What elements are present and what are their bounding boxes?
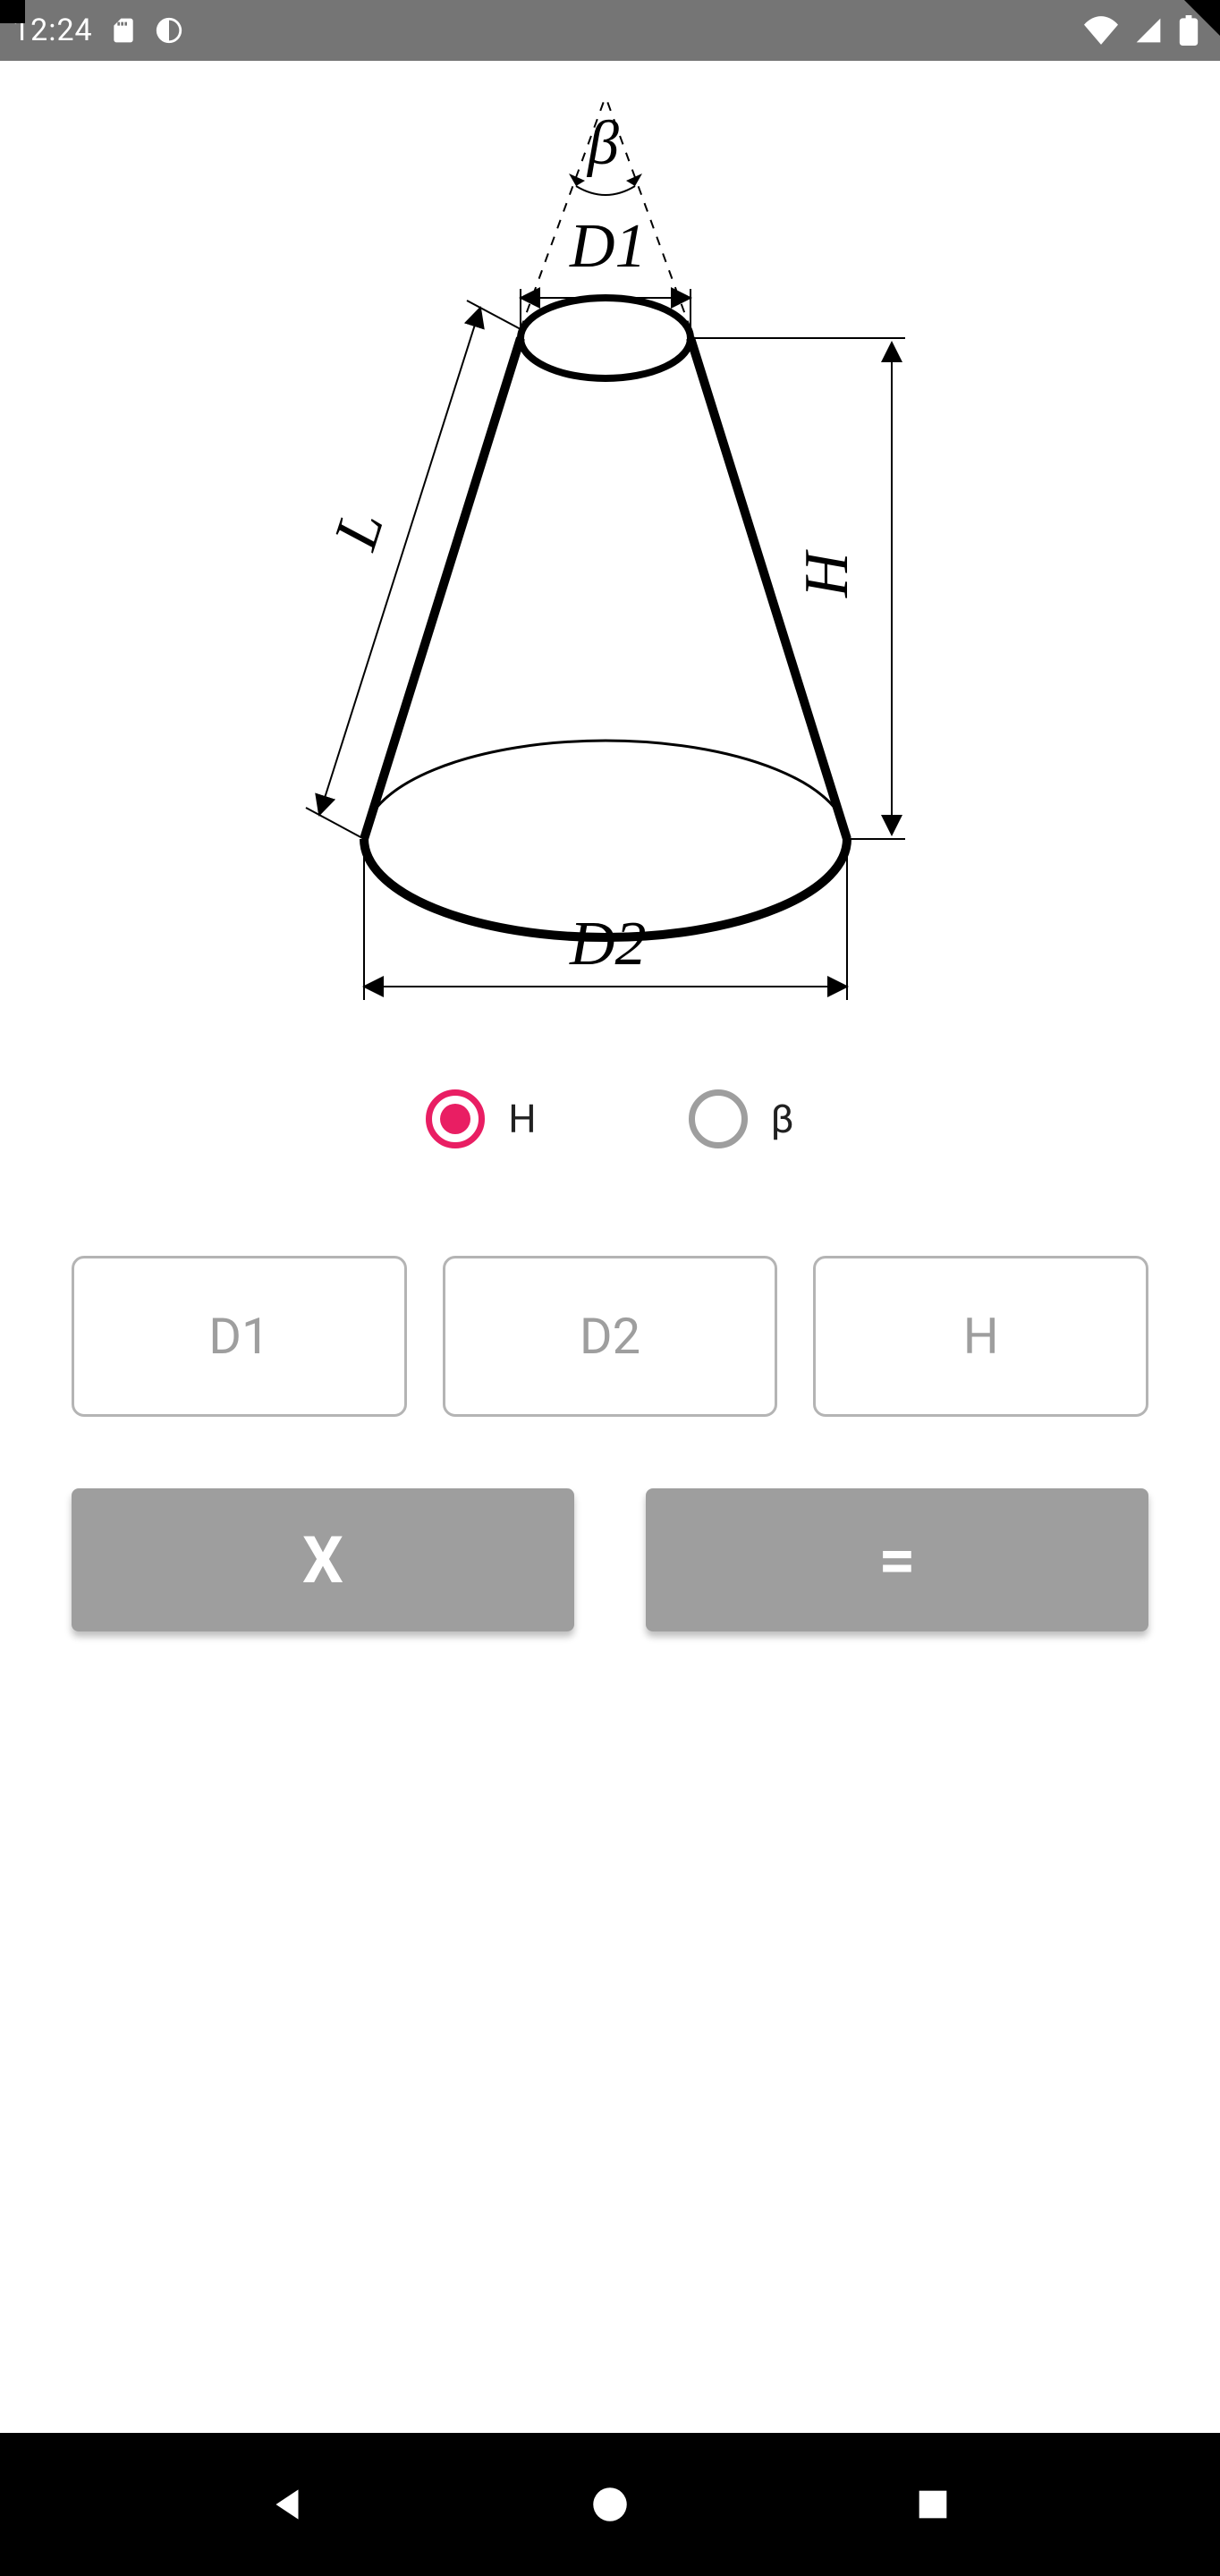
square-recent-icon xyxy=(912,2484,953,2525)
input-d2-placeholder: D2 xyxy=(580,1307,640,1366)
diagram-label-d1: D1 xyxy=(569,212,647,281)
nav-back-button[interactable] xyxy=(251,2469,323,2540)
sd-card-icon xyxy=(109,16,138,45)
input-d1[interactable]: D1 xyxy=(72,1256,407,1417)
radio-dot-icon xyxy=(426,1089,485,1148)
nav-recent-button[interactable] xyxy=(897,2469,969,2540)
radio-h[interactable]: H xyxy=(426,1089,536,1148)
diagram-label-l: L xyxy=(321,503,398,558)
inputs-row: D1 D2 H xyxy=(0,1256,1220,1417)
radio-beta[interactable]: β xyxy=(689,1089,794,1148)
clear-button[interactable]: X xyxy=(72,1488,574,1631)
input-h-placeholder: H xyxy=(963,1307,999,1366)
diagram-label-h: H xyxy=(792,549,861,598)
input-d1-placeholder: D1 xyxy=(208,1307,269,1366)
status-left: 12:24 xyxy=(13,13,184,48)
app-content: β D1 L H D2 H β D1 D2 H xyxy=(0,61,1220,2433)
nav-home-button[interactable] xyxy=(574,2469,646,2540)
input-h[interactable]: H xyxy=(813,1256,1148,1417)
android-nav-bar xyxy=(0,2433,1220,2576)
radio-beta-label: β xyxy=(771,1096,794,1142)
buttons-row: X = xyxy=(0,1488,1220,1631)
circle-home-icon xyxy=(588,2482,632,2527)
cone-diagram: β D1 L H D2 xyxy=(0,61,1220,1018)
equals-button-label: = xyxy=(878,1522,915,1598)
diagram-label-beta: β xyxy=(586,109,619,178)
equals-button[interactable]: = xyxy=(646,1488,1148,1631)
input-d2[interactable]: D2 xyxy=(443,1256,778,1417)
triangle-back-icon xyxy=(265,2482,309,2527)
diagram-label-d2: D2 xyxy=(569,910,647,979)
mode-radio-group: H β xyxy=(0,1089,1220,1148)
wifi-icon xyxy=(1084,16,1118,45)
radio-h-label: H xyxy=(508,1096,536,1142)
contrast-icon xyxy=(154,15,184,46)
status-bar: 12:24 xyxy=(0,0,1220,61)
battery-icon xyxy=(1179,15,1199,46)
display-cutout-left xyxy=(0,0,25,23)
status-right xyxy=(1084,15,1199,46)
clear-button-label: X xyxy=(302,1522,343,1598)
signal-icon xyxy=(1134,16,1163,45)
radio-dot-icon xyxy=(689,1089,748,1148)
